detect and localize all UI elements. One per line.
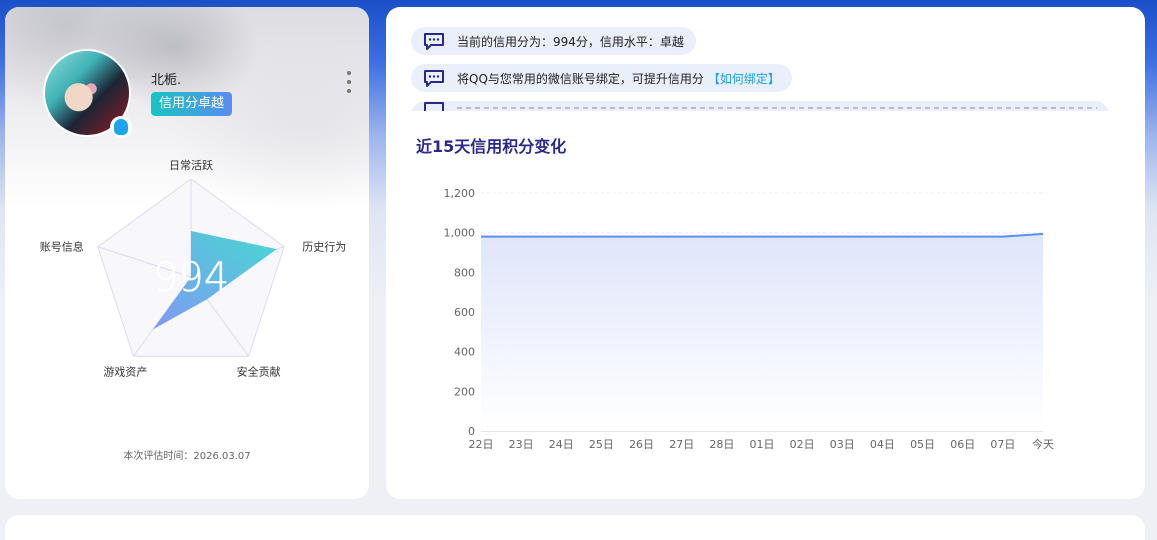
notice-item: 将QQ与您常用的微信账号绑定，可提升信用分 【如何绑定】 — [411, 64, 792, 92]
trend-line — [481, 232, 1044, 238]
x-tick-label: 26日 — [629, 438, 654, 451]
credit-radar-chart: 994 日常活跃历史行为安全贡献 游戏资产 账号信息 — [40, 158, 346, 378]
notice-text: 当前的信用分为：994分，信用水平：卓越 — [457, 34, 684, 49]
evaluation-time: 本次评估时间：2026.03.07 — [123, 451, 251, 462]
chart-title: 近15天信用积分变化 — [416, 137, 567, 156]
x-tick-label: 22日 — [469, 438, 494, 451]
y-tick-label: 400 — [454, 346, 475, 359]
x-tick-label: 28日 — [709, 438, 734, 451]
x-tick-label: 03日 — [830, 438, 855, 451]
x-tick-label: 25日 — [589, 438, 614, 451]
x-tick-label: 02日 — [790, 438, 815, 451]
x-tick-label: 05日 — [910, 438, 935, 451]
x-tick-label: 07日 — [990, 438, 1015, 451]
x-tick-label: 今天 — [1032, 437, 1054, 451]
radar-axis-label: 游戏资产 — [103, 364, 147, 378]
credit-score: 994 — [153, 255, 229, 301]
radar-axis-label: 历史行为 — [302, 241, 346, 254]
y-tick-label: 200 — [454, 385, 475, 398]
chat-bubble-icon — [423, 32, 445, 50]
y-tick-label: 1,200 — [444, 187, 476, 200]
x-tick-label: 27日 — [669, 438, 694, 451]
x-tick-label: 01日 — [750, 438, 775, 451]
x-tick-label: 06日 — [950, 438, 975, 451]
y-tick-label: 0 — [468, 425, 475, 438]
credit-info-card: 当前的信用分为：994分，信用水平：卓越 将QQ与您常用的微信账号绑定，可提升信… — [386, 7, 1145, 499]
notice-item: 当前的信用分为：994分，信用水平：卓越 — [411, 27, 696, 55]
how-to-bind-link[interactable]: 【如何绑定】 — [708, 70, 780, 87]
y-tick-label: 1,000 — [444, 227, 476, 240]
chat-bubble-icon — [423, 69, 445, 87]
x-tick-label: 24日 — [549, 438, 574, 451]
y-tick-label: 800 — [454, 266, 475, 279]
notice-text: 将QQ与您常用的微信账号绑定，可提升信用分 — [457, 71, 704, 86]
radar-axis-label: 日常活跃 — [169, 158, 213, 172]
trend-area — [481, 233, 1043, 431]
x-tick-label: 04日 — [870, 438, 895, 451]
bottom-card — [5, 515, 1145, 540]
radar-axis-label: 安全贡献 — [237, 364, 281, 378]
profile-card: 北栀. 信用分卓越 994 日常活跃 历史行为 安全贡献 游戏资产 账号信息 本次评估时… — [5, 7, 369, 499]
x-tick-label: 23日 — [509, 438, 534, 451]
credit-trend-chart: 0 200 400 600 800 1,000 1,200 22日 23日 24日 25日 26日 2… — [444, 187, 1055, 451]
radar-axis-label: 账号信息 — [40, 240, 84, 254]
y-tick-label: 600 — [454, 306, 475, 319]
